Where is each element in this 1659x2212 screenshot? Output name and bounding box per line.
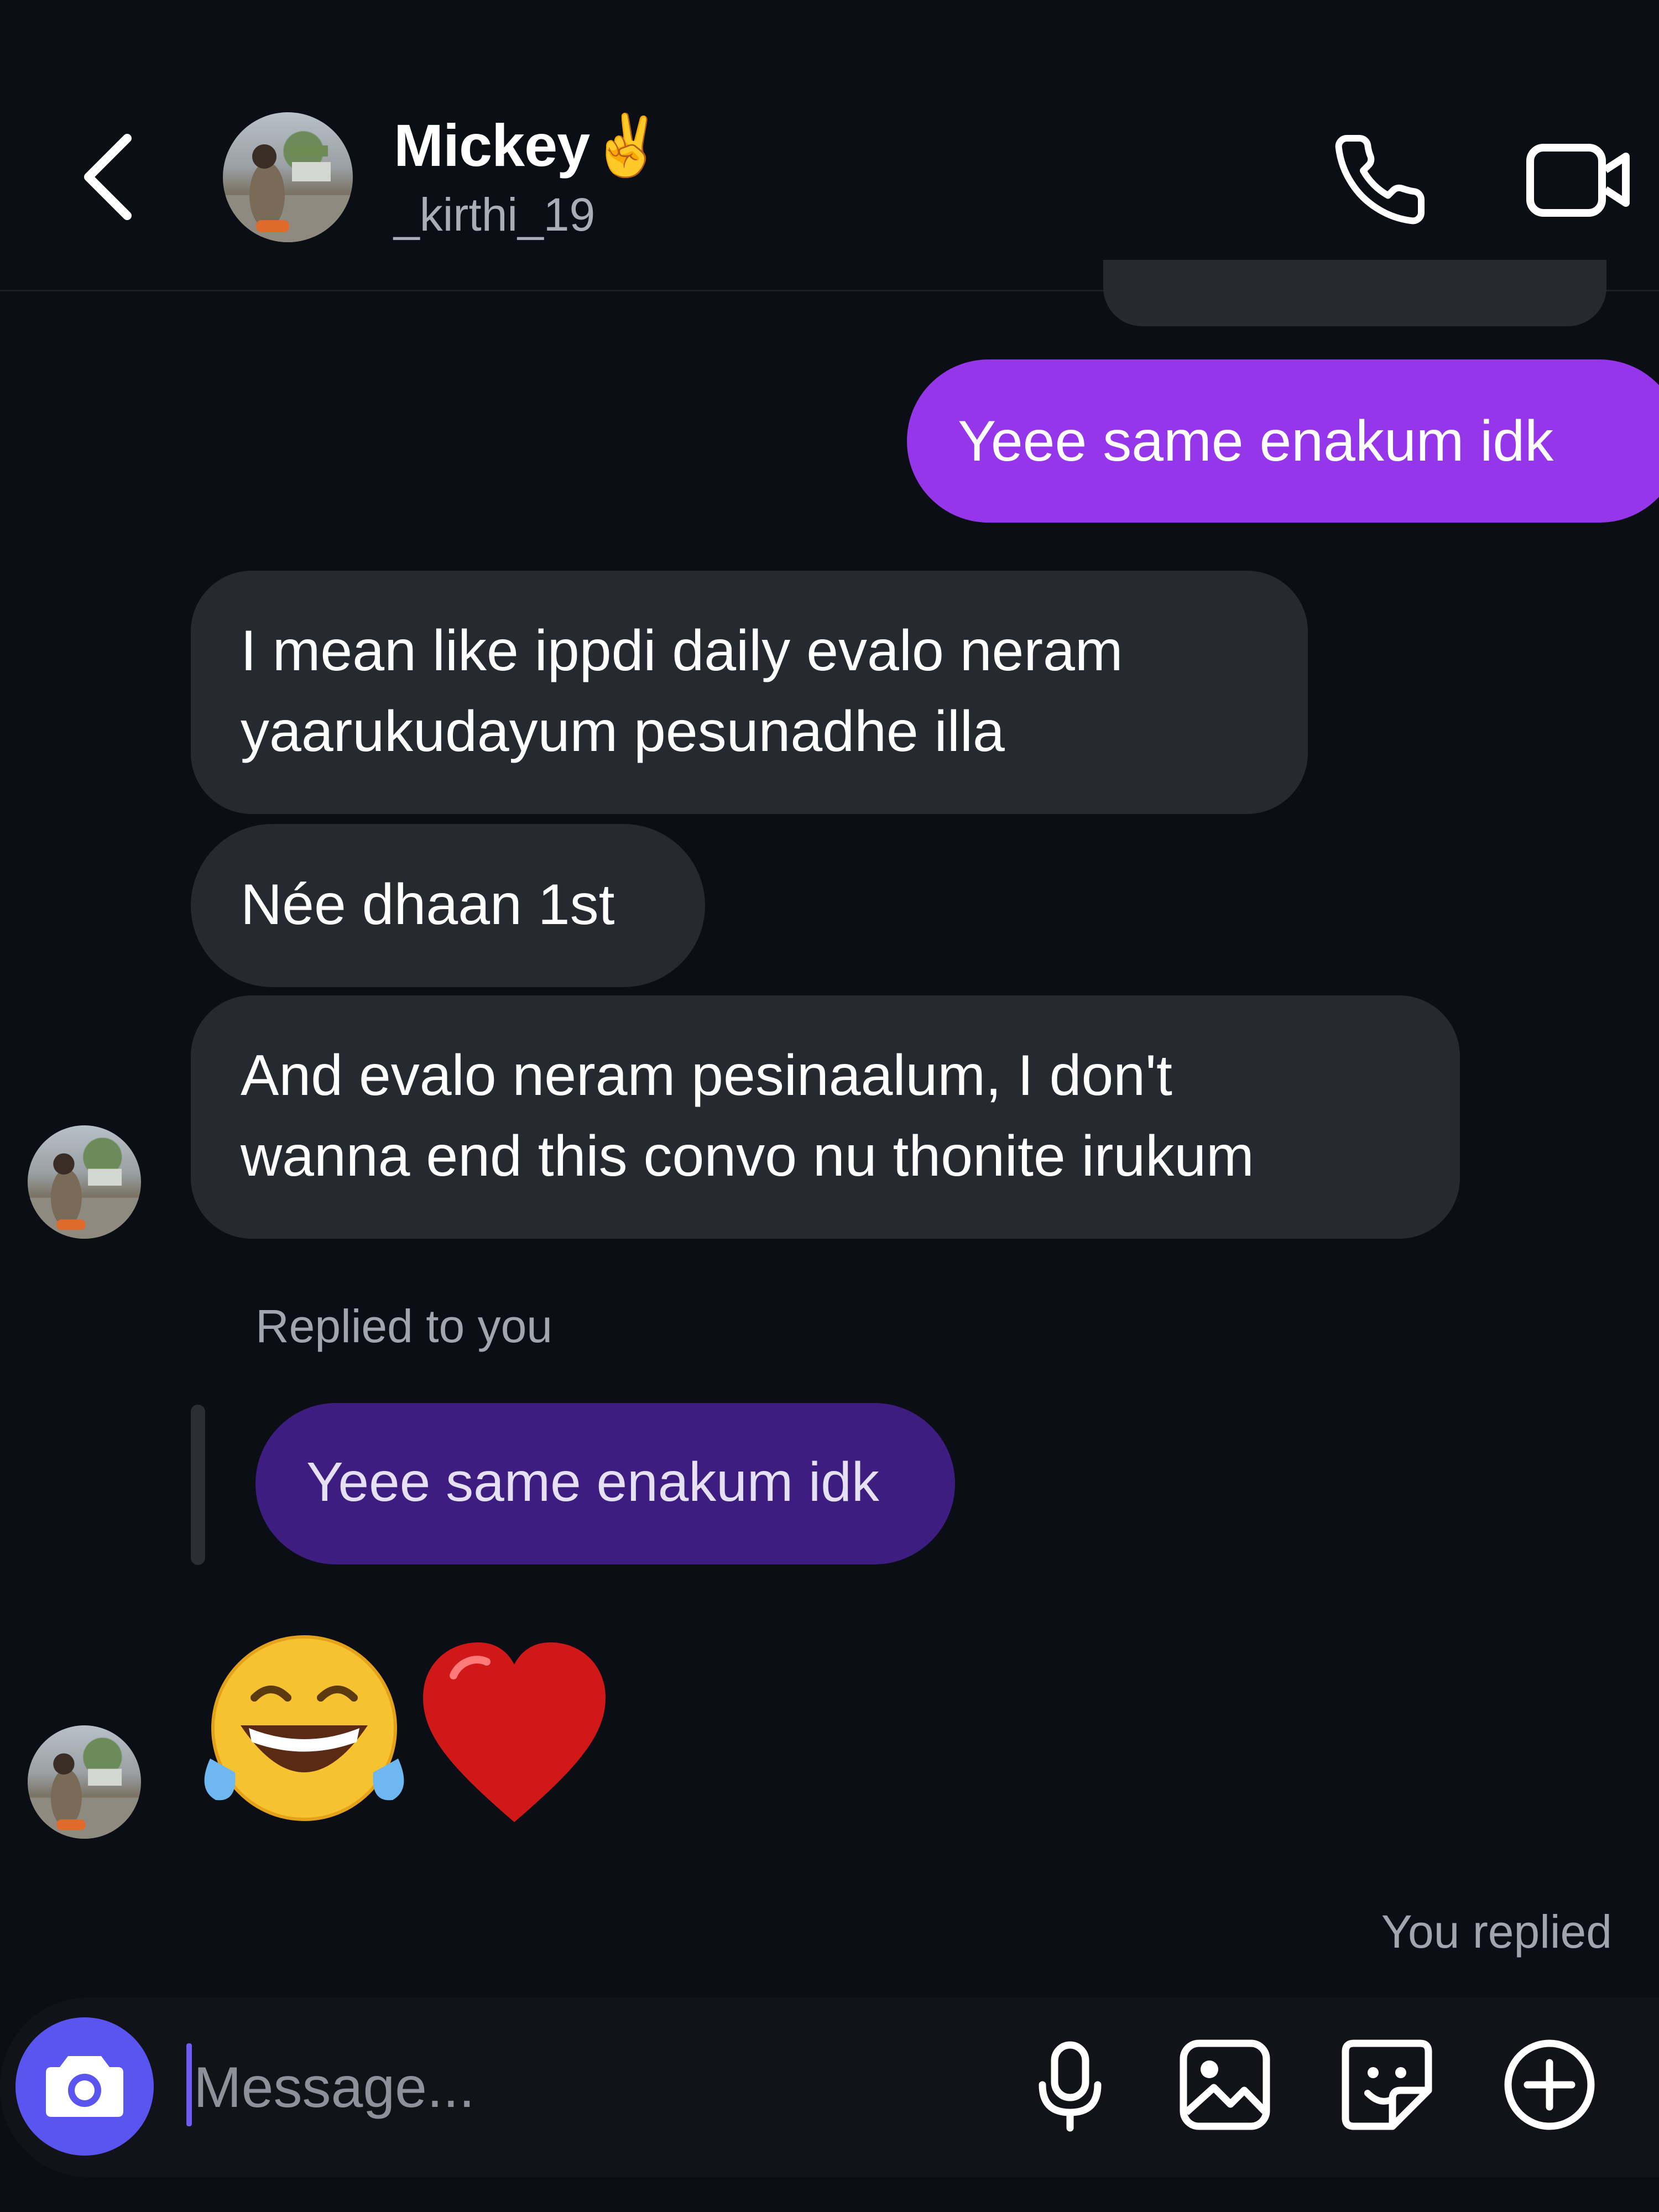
back-button[interactable] (72, 127, 144, 227)
camera-icon (46, 2056, 123, 2117)
reply-context-label: Replied to you (255, 1300, 553, 1352)
sender-avatar[interactable] (28, 1725, 141, 1839)
received-message-bubble[interactable]: And evalo neram pesinaalum, I don't wann… (191, 995, 1460, 1239)
sent-message-bubble[interactable]: Yeee same enakum idk (907, 359, 1659, 523)
emoji-message[interactable] (194, 1631, 636, 1830)
sticker-button[interactable] (1337, 2035, 1437, 2135)
avatar-photo (223, 144, 353, 242)
avatar-photo (28, 1753, 141, 1839)
received-message-text: And evalo neram pesinaalum, I don't wann… (241, 1044, 1254, 1188)
contact-avatar[interactable] (223, 112, 353, 242)
voice-call-button[interactable] (1330, 130, 1430, 229)
video-camera-icon (1526, 144, 1630, 217)
camera-button[interactable] (15, 2017, 154, 2156)
more-options-button[interactable] (1500, 2035, 1599, 2135)
contact-handle[interactable]: _kirthi_19 (394, 188, 595, 242)
received-message-bubble[interactable]: I mean like ippdi daily evalo neram yaar… (191, 571, 1308, 814)
text-cursor (186, 2043, 192, 2126)
microphone-icon (1039, 2041, 1102, 2132)
phone-icon (1335, 134, 1425, 225)
contact-name[interactable]: Mickey✌️ (394, 111, 664, 181)
previous-message-bubble[interactable] (1103, 260, 1606, 326)
message-input[interactable] (194, 2046, 968, 2129)
reply-indicator-bar (191, 1405, 205, 1565)
sticker-icon (1342, 2039, 1432, 2130)
laughing-tears-emoji (204, 1635, 404, 1821)
chat-screen: Mickey✌️ _kirthi_19 Yeee same enakum idk… (0, 0, 1659, 2212)
red-heart-emoji (423, 1642, 606, 1822)
chat-header: Mickey✌️ _kirthi_19 (0, 0, 1659, 291)
plus-circle-icon (1504, 2039, 1595, 2130)
sender-avatar[interactable] (28, 1125, 141, 1239)
sent-message-text: Yeee same enakum idk (958, 409, 1554, 473)
voice-message-button[interactable] (1020, 2035, 1120, 2135)
received-message-bubble[interactable]: Née dhaan 1st (191, 824, 705, 987)
received-message-text: Née dhaan 1st (241, 873, 615, 937)
quoted-message-bubble[interactable]: Yeee same enakum idk (255, 1403, 955, 1564)
video-call-button[interactable] (1524, 130, 1634, 229)
gallery-button[interactable] (1175, 2035, 1275, 2135)
avatar-photo (28, 1153, 141, 1239)
chevron-left-icon (84, 134, 132, 220)
you-replied-label: You replied (1381, 1906, 1612, 1958)
received-message-text: I mean like ippdi daily evalo neram yaar… (241, 619, 1123, 764)
image-icon (1180, 2039, 1270, 2130)
quoted-message-text: Yeee same enakum idk (306, 1451, 879, 1513)
